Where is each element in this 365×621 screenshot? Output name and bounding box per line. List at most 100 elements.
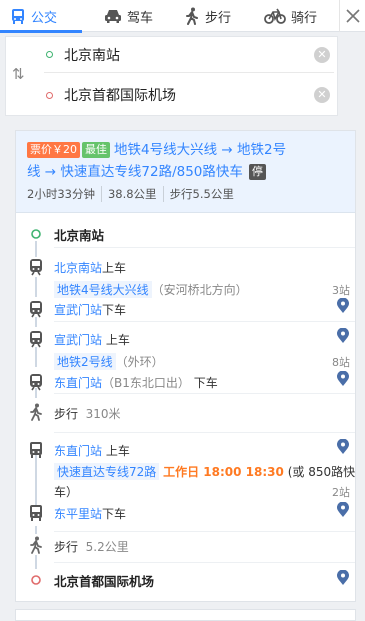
alight-exit: （B1东北口出）	[102, 376, 190, 390]
walk-label: 步行	[54, 407, 79, 421]
alight-suffix: 下车	[102, 507, 127, 521]
bus-icon	[12, 8, 24, 24]
end-dot-icon	[46, 91, 53, 99]
location-pin-icon[interactable]	[336, 570, 350, 586]
line-name[interactable]: 地铁4号线大兴线	[54, 281, 152, 298]
route-distance: 38.8公里	[100, 186, 163, 202]
location-pin-icon[interactable]	[336, 328, 350, 344]
alight-line: 宣武门站下车	[54, 301, 126, 318]
stop-count: 8站	[332, 356, 350, 369]
active-tab-indicator	[0, 30, 82, 33]
board-line: 东直门站 上车	[54, 442, 130, 459]
line-direction: （外环）	[115, 355, 164, 369]
location-pin-icon[interactable]	[336, 298, 350, 314]
alt-line-cont: 车）	[54, 485, 79, 499]
alight-station[interactable]: 东直门站	[54, 376, 102, 390]
swap-icon[interactable]: ⇅	[12, 65, 25, 83]
start-dot-icon	[46, 51, 53, 58]
route-steps: 北京南站 北京南站上车 地铁4号线大兴线 （安河桥北方向） 3站 宣武门站下车 宣…	[16, 213, 355, 601]
tab-bus[interactable]: 公交	[0, 0, 82, 33]
location-pin-icon[interactable]	[336, 502, 350, 518]
subway-icon	[30, 374, 42, 391]
route-walk-distance: 步行5.5公里	[162, 186, 240, 202]
stop-count: 2站	[332, 486, 350, 499]
end-circle-icon	[31, 575, 41, 585]
alt-line: (或 850路快	[287, 465, 356, 479]
route-lines-part2: 线 → 快速直达专线72路/850路快车	[27, 164, 243, 180]
route-lines-part1: 地铁4号线大兴线 → 地铁2号	[114, 142, 287, 158]
divider	[54, 247, 355, 248]
start-circle-icon	[31, 229, 41, 239]
connector-line	[35, 317, 37, 327]
line-info: 快速直达专线72路 工作日 18:00 18:30 (或 850路快	[54, 463, 355, 480]
walk-icon	[30, 403, 42, 421]
clear-start-icon[interactable]: ✕	[314, 46, 330, 63]
start-field[interactable]: 北京南站 ✕	[44, 37, 334, 73]
location-pin-icon[interactable]	[336, 371, 350, 387]
connector-line	[35, 555, 37, 569]
board-station[interactable]: 北京南站	[54, 261, 102, 275]
best-badge: 最佳	[82, 142, 110, 158]
route-summary[interactable]: 票价￥20 最佳 地铁4号线大兴线 → 地铁2号 线 → 快速直达专线72路/850…	[16, 131, 355, 213]
end-station: 北京首都国际机场	[54, 574, 155, 589]
walk-text: 步行 310米	[54, 405, 121, 422]
board-station[interactable]: 东直门站	[54, 444, 102, 458]
end-field[interactable]: 北京首都国际机场 ✕	[44, 77, 334, 113]
walk-text: 步行 5.2公里	[54, 538, 129, 555]
close-button[interactable]	[339, 0, 365, 32]
clear-end-icon[interactable]: ✕	[314, 87, 330, 103]
location-pin-icon[interactable]	[336, 439, 350, 455]
next-route-card[interactable]	[15, 609, 356, 621]
bus-icon	[30, 442, 42, 458]
route-summary-title: 票价￥20 最佳 地铁4号线大兴线 → 地铁2号 线 → 快速直达专线72路/850…	[27, 139, 347, 183]
subway-icon	[30, 331, 42, 348]
schedule-time: 工作日 18:00 18:30	[163, 465, 284, 479]
tab-bike[interactable]: 骑行	[264, 0, 317, 32]
walk-distance: 5.2公里	[85, 540, 129, 554]
bike-icon	[264, 8, 286, 24]
board-line: 宣武门站 上车	[54, 331, 130, 348]
connector-line	[35, 241, 37, 257]
car-icon	[105, 10, 121, 23]
parking-badge: 停	[248, 164, 266, 180]
tab-bus-label: 公交	[31, 10, 58, 26]
tab-bike-label: 骑行	[291, 10, 318, 26]
line-name[interactable]: 快速直达专线72路	[54, 463, 160, 480]
start-station: 北京南站	[54, 228, 105, 243]
transport-mode-tabs: 公交 驾车 步行 骑行	[0, 0, 365, 33]
start-input[interactable]: 北京南站	[64, 45, 314, 65]
divider	[54, 393, 355, 394]
route-meta: 2小时33分钟 38.8公里 步行5.5公里	[27, 186, 240, 202]
end-input[interactable]: 北京首都国际机场	[64, 85, 314, 105]
route-duration: 2小时33分钟	[27, 187, 95, 201]
connector-line	[35, 451, 37, 506]
walk-icon	[30, 536, 42, 554]
connector-line	[35, 277, 37, 297]
board-station[interactable]: 宣武门站	[54, 333, 102, 347]
tab-drive[interactable]: 驾车	[104, 0, 153, 32]
tab-walk-label: 步行	[205, 10, 232, 26]
subway-icon	[30, 259, 42, 276]
tab-walk[interactable]: 步行	[184, 0, 231, 32]
close-icon	[345, 9, 360, 23]
line-info: 地铁4号线大兴线 （安河桥北方向）	[54, 281, 248, 298]
connector-line	[35, 347, 37, 367]
alight-station[interactable]: 宣武门站	[54, 303, 102, 317]
walk-distance: 310米	[85, 407, 121, 421]
subway-icon	[30, 301, 42, 318]
route-form: ⇅ 北京南站 ✕ 北京首都国际机场 ✕	[5, 36, 338, 116]
alight-station[interactable]: 东平里站	[54, 507, 102, 521]
connector-line	[35, 526, 37, 534]
alight-line: 东直门站（B1东北口出） 下车	[54, 374, 218, 391]
divider	[54, 432, 355, 433]
line-name[interactable]: 地铁2号线	[54, 353, 116, 370]
line-info: 地铁2号线 （外环）	[54, 353, 164, 370]
stop-count: 3站	[332, 284, 350, 297]
bus-icon	[30, 505, 42, 521]
alight-line: 东平里站下车	[54, 505, 126, 522]
alight-suffix: 下车	[193, 376, 218, 390]
divider	[54, 531, 355, 532]
walk-icon	[186, 7, 198, 25]
board-suffix: 上车	[105, 444, 130, 458]
route-card: 票价￥20 最佳 地铁4号线大兴线 → 地铁2号 线 → 快速直达专线72路/850…	[15, 130, 356, 602]
